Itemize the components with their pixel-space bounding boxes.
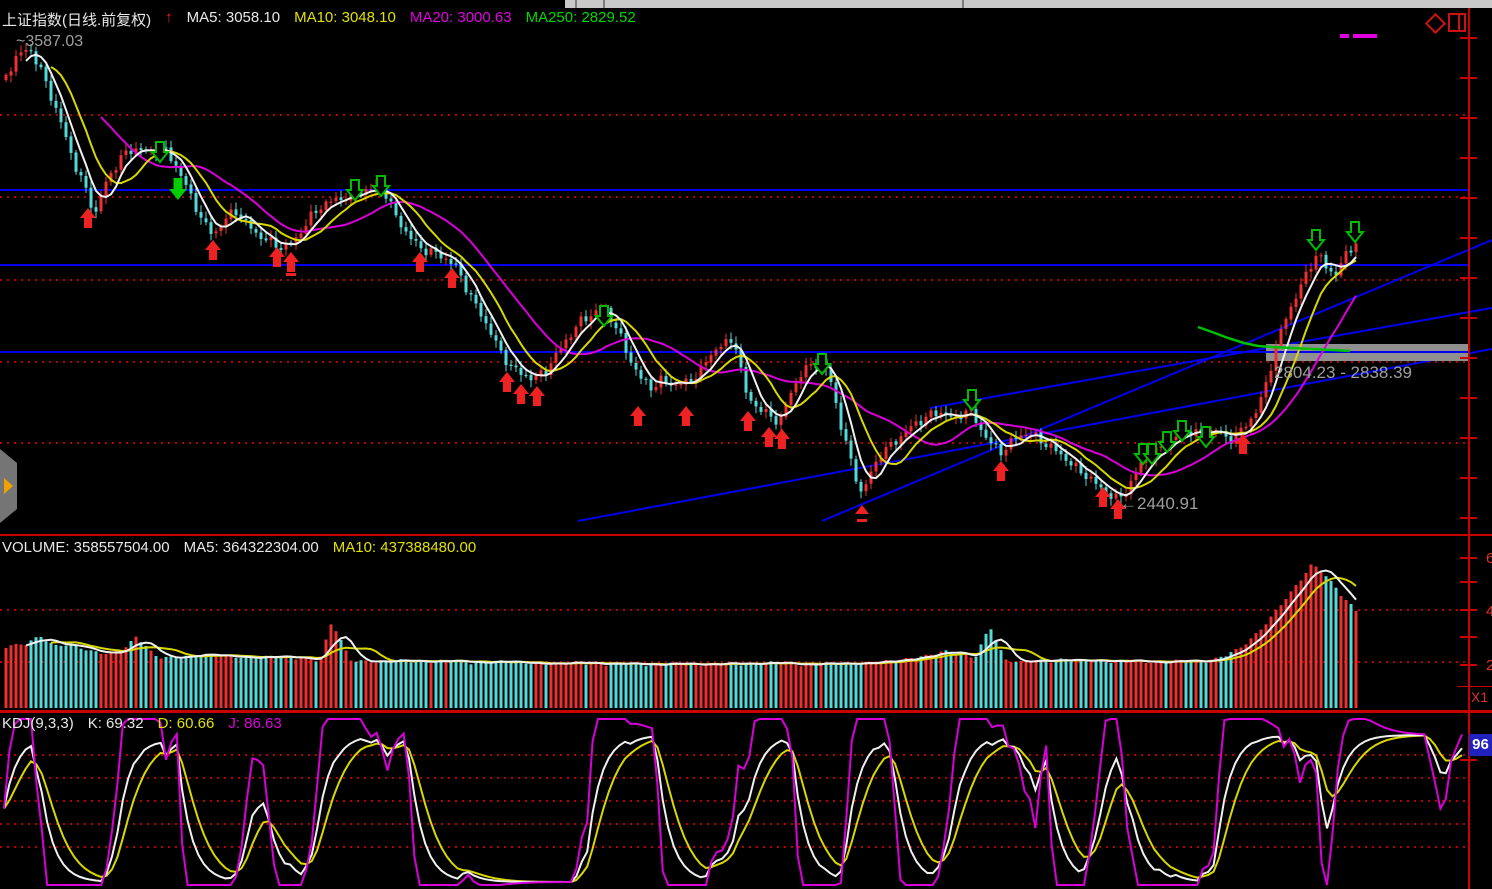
toolbar-separator (575, 0, 577, 8)
volume-ma10-value: MA10: 437388480.00 (333, 539, 476, 556)
trend-up-icon: ↑ (165, 9, 173, 30)
trading-terminal: 6 4 2 上证指数(日线.前复权) ↑ MA5: 3058.10 MA10: 30… (0, 0, 1492, 889)
ma20-line-fragment (1340, 34, 1349, 38)
kdj-panel[interactable] (0, 713, 1492, 889)
toolbar-separator (962, 0, 964, 8)
kdj-k-value: K: 69.32 (88, 715, 144, 732)
volume-value: VOLUME: 358557504.00 (2, 539, 170, 556)
window-icon-divider (1458, 15, 1460, 30)
kdj-j-value: J: 86.63 (228, 715, 281, 732)
period-high-label: ~3587.03 (16, 33, 83, 51)
kdj-axis-value-badge: 96 (1469, 734, 1492, 756)
svg-text:4: 4 (1486, 603, 1492, 620)
panel-separator[interactable] (0, 710, 1492, 713)
period-low-label: ←2440.91 (1120, 494, 1198, 514)
symbol-title[interactable]: 上证指数(日线.前复权) (2, 9, 151, 30)
panel-separator[interactable] (0, 534, 1492, 536)
volume-scale-label[interactable]: X1 (1471, 689, 1488, 705)
volume-ma5-value: MA5: 364322304.00 (184, 539, 319, 556)
ma20-line-fragment (1353, 34, 1377, 38)
gap-range-label: 2804.23 - 2838.39 (1274, 363, 1412, 383)
main-chart-panel[interactable] (0, 0, 1492, 536)
svg-text:2: 2 (1486, 657, 1492, 674)
toolbar-separator (603, 0, 605, 8)
main-chart-header: 上证指数(日线.前复权) ↑ MA5: 3058.10 MA10: 3048.1… (2, 9, 636, 30)
kdj-d-value: D: 60.66 (158, 715, 215, 732)
ma5-value: MA5: 3058.10 (187, 9, 280, 30)
ma20-value: MA20: 3000.63 (410, 9, 512, 30)
volume-scale-box (1457, 686, 1492, 687)
volume-header: VOLUME: 358557504.00 MA5: 364322304.00 M… (2, 539, 476, 556)
kdj-name[interactable]: KDJ(9,3,3) (2, 715, 74, 732)
right-axis-line (1468, 8, 1470, 889)
expand-arrow-icon (4, 478, 13, 494)
ma10-value: MA10: 3048.10 (294, 9, 396, 30)
svg-text:6: 6 (1486, 550, 1492, 567)
kdj-header: KDJ(9,3,3) K: 69.32 D: 60.66 J: 86.63 (2, 715, 282, 732)
toolbar-edge (565, 0, 1492, 8)
volume-panel[interactable]: 6 4 2 (0, 537, 1492, 710)
ma250-value: MA250: 2829.52 (526, 9, 636, 30)
window-icon[interactable] (1448, 13, 1466, 32)
